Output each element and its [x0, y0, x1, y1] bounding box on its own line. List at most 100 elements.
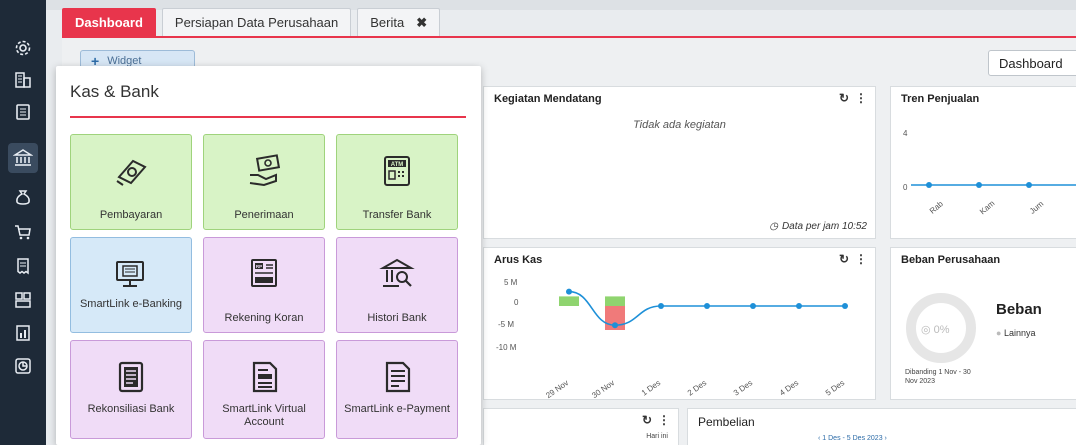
card-title: Beban Perusahaan [901, 254, 1001, 266]
y-tick: 4 [903, 129, 908, 138]
date-range[interactable]: ‹ 1 Des - 5 Des 2023 › [818, 435, 887, 442]
refresh-icon[interactable]: ↻ [642, 413, 652, 427]
dashboard-select-value: Dashboard [999, 55, 1063, 71]
card-title: Tren Penjualan [901, 93, 980, 105]
data-point [976, 182, 982, 188]
virtual-account-icon [246, 359, 282, 395]
refresh-icon[interactable]: ↻ [839, 91, 849, 105]
tile-transfer-bank[interactable]: ATM Transfer Bank [336, 134, 458, 230]
tab-persiapan-data[interactable]: Persiapan Data Perusahaan [161, 8, 352, 36]
more-icon[interactable]: ⋮ [855, 91, 867, 105]
legend-dot: ● [996, 328, 1002, 338]
data-point [704, 303, 710, 309]
kegiatan-card: Kegiatan Mendatang ↻ ⋮ Tidak ada kegiatan… [483, 86, 876, 239]
tile-label: SmartLink e-Banking [79, 298, 183, 310]
card-title: Pembelian [698, 415, 755, 429]
clock-icon: ◷ [769, 221, 778, 232]
tile-penerimaan[interactable]: Penerimaan [203, 134, 325, 230]
x-tick-label: 4 Des [778, 378, 800, 397]
receive-money-icon [246, 153, 282, 189]
data-timestamp: ◷ Data per jam 10:52 [769, 221, 867, 232]
chart-icon[interactable] [13, 356, 33, 376]
tile-smartlink-epayment[interactable]: SmartLink e-Payment [336, 340, 458, 439]
tab-berita[interactable]: Berita ✖ [357, 8, 441, 36]
tab-label: Persiapan Data Perusahaan [174, 15, 339, 30]
statement-icon: RP [246, 256, 282, 292]
dashboard-select[interactable]: Dashboard [988, 50, 1076, 76]
atm-icon: ATM [379, 153, 415, 189]
date-range-text: 1 Des - 5 Des 2023 [822, 435, 883, 442]
icon-rail [0, 0, 46, 445]
tab-dashboard[interactable]: Dashboard [62, 8, 156, 36]
kas-bank-panel: Kas & Bank Pembayaran Penerimaan ATM Tra… [56, 66, 481, 445]
arus-kas-card: Arus Kas ↻ ⋮ 5 M 0 -5 M -10 M 29 Nov 30 No… [483, 247, 876, 400]
tile-label: SmartLink e-Payment [344, 403, 450, 415]
x-tick-label: 3 Des [732, 378, 754, 397]
bank-icon[interactable] [8, 143, 38, 173]
x-tick-label: 30 Nov [590, 378, 616, 400]
receipt-icon[interactable] [13, 256, 33, 276]
beban-heading: Beban [996, 301, 1042, 318]
close-icon[interactable]: ✖ [416, 15, 427, 31]
arus-kas-chart: 29 Nov 30 Nov 1 Des 2 Des 3 Des 4 Des 5 Des [544, 288, 848, 400]
reconcile-icon [113, 359, 149, 395]
gear-icon[interactable] [13, 38, 33, 58]
card-tools: ↻ ⋮ [839, 91, 867, 105]
tile-rekening-koran[interactable]: RP Rekening Koran [203, 237, 325, 333]
bar-inflow [605, 296, 625, 306]
tile-smartlink-ebanking[interactable]: SmartLink e-Banking [70, 237, 192, 333]
svg-text:ATM: ATM [391, 162, 404, 168]
computer-bank-icon [113, 256, 149, 292]
svg-text:RP: RP [256, 264, 262, 269]
tile-label: Rekening Koran [224, 312, 304, 324]
e-payment-icon [379, 359, 415, 395]
tren-penjualan-card: Tren Penjualan 4 0 Rab Kam Jum [890, 86, 1076, 239]
bottom-left-card: ↻ ⋮ Hari ini [483, 408, 679, 445]
tile-label: Rekonsiliasi Bank [87, 403, 175, 415]
data-point [926, 182, 932, 188]
timestamp-text: Data per jam 10:52 [781, 221, 867, 232]
bar-inflow [559, 296, 579, 306]
tab-label: Berita [370, 15, 405, 30]
data-point [796, 303, 802, 309]
tile-label: Pembayaran [99, 209, 163, 221]
hari-ini-label: Hari ini [646, 433, 668, 440]
tab-label: Dashboard [75, 15, 143, 30]
inventory-icon[interactable] [13, 290, 33, 310]
more-icon[interactable]: ⋮ [658, 413, 670, 427]
tile-label: Transfer Bank [362, 209, 432, 221]
cart-icon[interactable] [13, 222, 33, 242]
data-point [750, 303, 756, 309]
legend-label: Lainnya [1003, 328, 1036, 338]
data-point [612, 322, 618, 329]
report-icon[interactable] [13, 323, 33, 343]
panel-title: Kas & Bank [70, 82, 159, 101]
payment-icon [113, 153, 149, 189]
x-tick-label: 29 Nov [544, 378, 570, 400]
data-point [842, 303, 848, 309]
document-icon[interactable] [13, 102, 33, 122]
tile-pembayaran[interactable]: Pembayaran [70, 134, 192, 230]
card-title: Kegiatan Mendatang [494, 93, 602, 105]
data-point [566, 288, 572, 295]
x-tick-label: 1 Des [640, 378, 662, 397]
tile-rekonsiliasi-bank[interactable]: Rekonsiliasi Bank [70, 340, 192, 439]
tile-smartlink-virtual-account[interactable]: SmartLink Virtual Account [203, 340, 325, 439]
beban-card: Beban Perusahaan ◎ 0% Beban ● Lainnya Di… [890, 247, 1076, 400]
pct-text: 0% [933, 324, 950, 336]
data-point [658, 303, 664, 309]
tile-label: Penerimaan [234, 209, 294, 221]
empty-message: Tidak ada kegiatan [633, 119, 726, 131]
x-tick-label: 5 Des [824, 378, 846, 397]
building-icon[interactable] [13, 70, 33, 90]
tile-label: SmartLink Virtual Account [222, 403, 306, 428]
x-tick-label: 2 Des [686, 378, 708, 397]
panel-divider [70, 116, 466, 118]
pembelian-card: Pembelian ‹ 1 Des - 5 Des 2023 › [687, 408, 1076, 445]
card-tools: ↻ ⋮ [642, 413, 670, 427]
tab-bar: Dashboard Persiapan Data Perusahaan Beri… [62, 8, 441, 36]
money-bag-icon[interactable] [13, 187, 33, 207]
tile-histori-bank[interactable]: Histori Bank [336, 237, 458, 333]
bank-search-icon [379, 256, 415, 292]
compare-note: Dibanding 1 Nov - 30 Nov 2023 [905, 369, 971, 385]
